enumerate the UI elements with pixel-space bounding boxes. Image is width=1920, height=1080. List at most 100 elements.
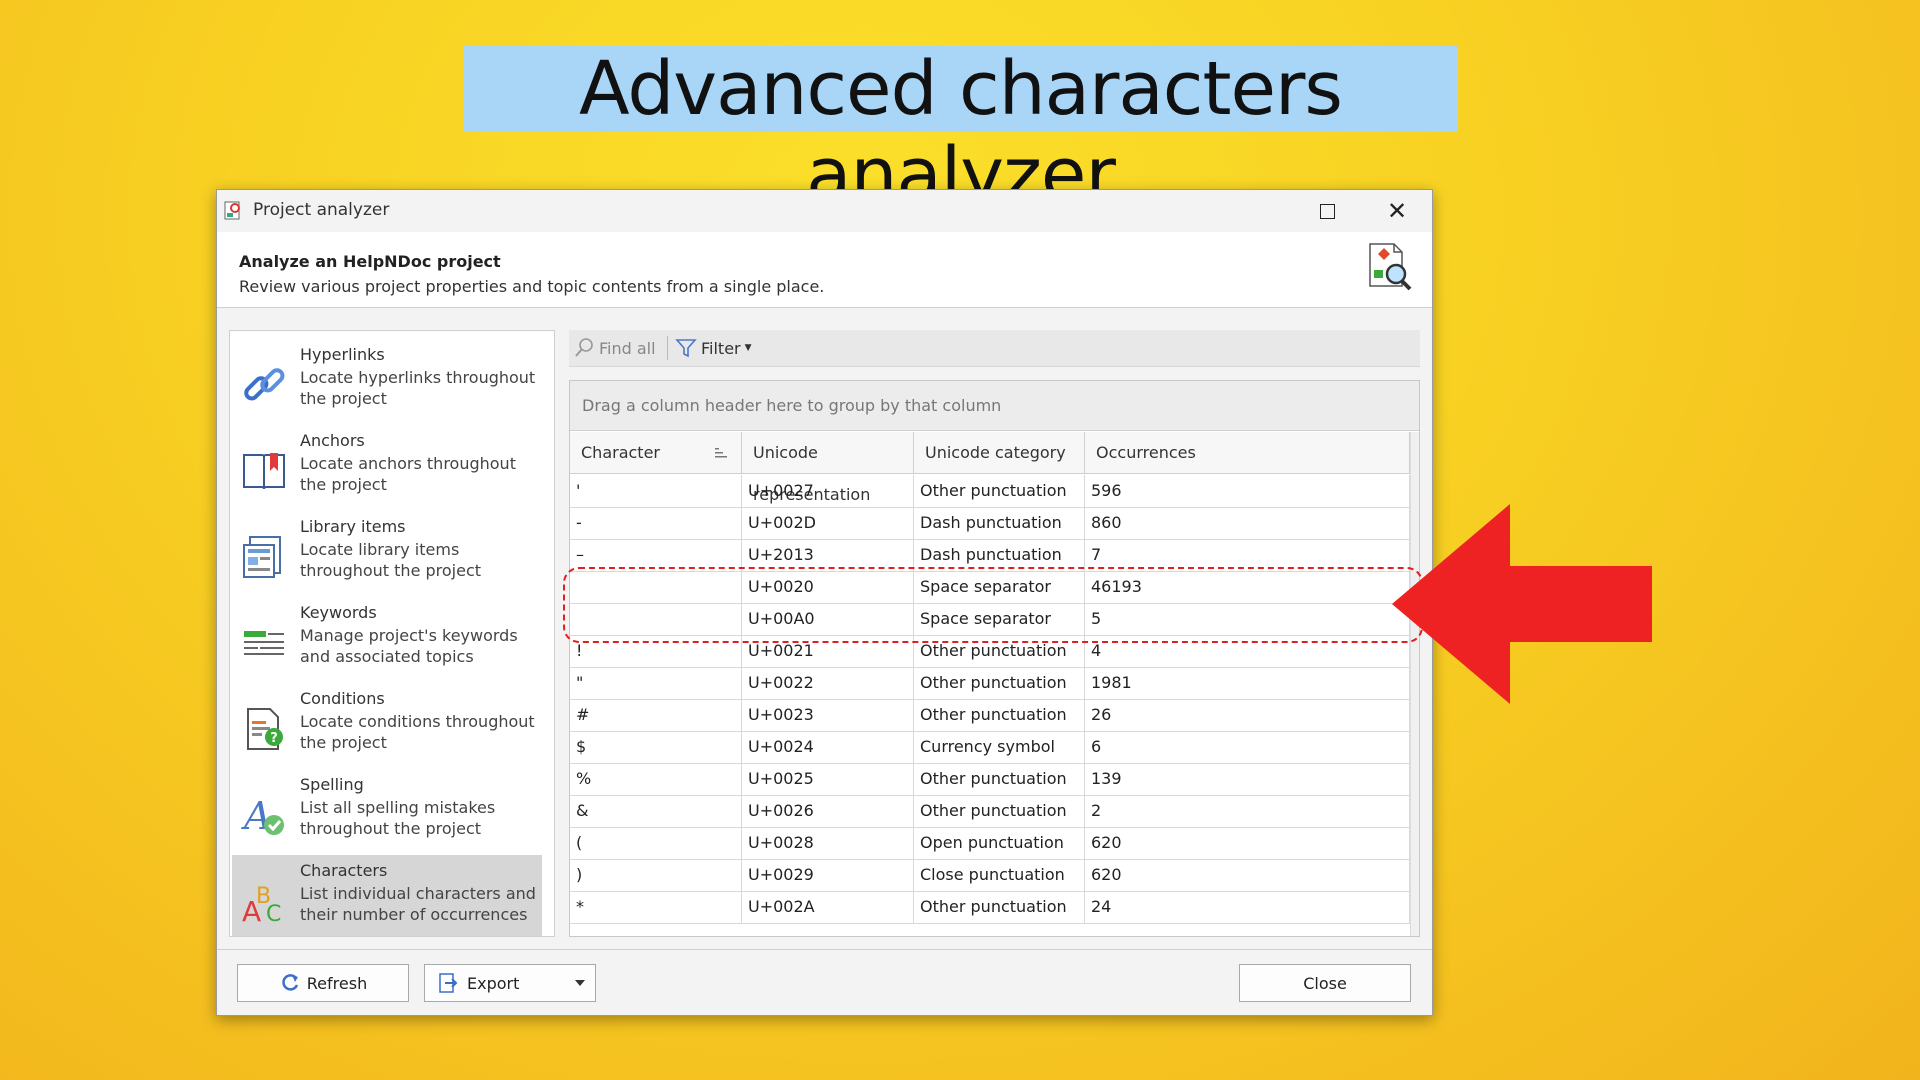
cell-character: % bbox=[570, 763, 742, 795]
export-label: Export bbox=[467, 973, 520, 993]
cell-occurrences: 2 bbox=[1085, 795, 1410, 827]
cell-unicode-category: Currency symbol bbox=[914, 731, 1085, 763]
sidebar-item-keywords[interactable]: Keywords Manage project's keywords and a… bbox=[232, 597, 542, 683]
sidebar-item-characters[interactable]: A B C Characters List individual charact… bbox=[232, 855, 542, 936]
filter-button[interactable]: Filter ▼ bbox=[675, 330, 752, 366]
refresh-icon bbox=[282, 974, 298, 991]
cell-unicode-category: Other punctuation bbox=[914, 667, 1085, 699]
cell-unicode-representation: U+2013 bbox=[742, 539, 914, 571]
sidebar-item-description: Locate library items throughout the proj… bbox=[300, 540, 482, 580]
cell-character: – bbox=[570, 539, 742, 571]
close-button[interactable]: Close bbox=[1239, 964, 1411, 1002]
cell-unicode-representation: U+0021 bbox=[742, 635, 914, 667]
cell-unicode-representation: U+002A bbox=[742, 891, 914, 923]
sidebar-item-label: Library items bbox=[300, 517, 406, 536]
sidebar-item-anchors[interactable]: Anchors Locate anchors throughout the pr… bbox=[232, 425, 542, 511]
cell-unicode-representation: U+0022 bbox=[742, 667, 914, 699]
cell-unicode-category: Other punctuation bbox=[914, 891, 1085, 923]
sidebar-item-library-items[interactable]: Library items Locate library items throu… bbox=[232, 511, 542, 597]
column-header-occurrences[interactable]: Occurrences bbox=[1085, 432, 1410, 474]
cell-occurrences: 24 bbox=[1085, 891, 1410, 923]
sidebar-item-label: Conditions bbox=[300, 689, 385, 708]
toolbar-divider bbox=[667, 336, 668, 360]
cell-character: ( bbox=[570, 827, 742, 859]
sidebar-item-description: Locate hyperlinks throughout the project bbox=[300, 368, 536, 408]
cell-unicode-representation: U+0024 bbox=[742, 731, 914, 763]
table-row[interactable]: * U+002A Other punctuation 24 bbox=[570, 891, 1410, 924]
cell-unicode-representation: U+0025 bbox=[742, 763, 914, 795]
cell-occurrences: 26 bbox=[1085, 699, 1410, 731]
cell-occurrences: 4 bbox=[1085, 635, 1410, 667]
cell-character: " bbox=[570, 667, 742, 699]
sidebar-item-conditions[interactable]: ? Conditions Locate conditions throughou… bbox=[232, 683, 542, 769]
title-bar: Project analyzer ✕ bbox=[217, 190, 1432, 232]
table-row[interactable]: $ U+0024 Currency symbol 6 bbox=[570, 731, 1410, 764]
cell-unicode-category: Space separator bbox=[914, 571, 1085, 603]
cell-unicode-representation: U+0020 bbox=[742, 571, 914, 603]
cell-unicode-representation: U+002D bbox=[742, 507, 914, 539]
cell-unicode-category: Close punctuation bbox=[914, 859, 1085, 891]
window-title: Project analyzer bbox=[253, 200, 390, 220]
cell-occurrences: 596 bbox=[1085, 475, 1410, 507]
sidebar-item-spelling[interactable]: A Spelling List all spelling mistakes th… bbox=[232, 769, 542, 855]
table-row[interactable]: ! U+0021 Other punctuation 4 bbox=[570, 635, 1410, 668]
sidebar-item-label: Hyperlinks bbox=[300, 345, 385, 364]
table-row[interactable]: " U+0022 Other punctuation 1981 bbox=[570, 667, 1410, 700]
cell-character bbox=[570, 571, 742, 603]
cell-unicode-representation: U+0028 bbox=[742, 827, 914, 859]
cell-unicode-category: Dash punctuation bbox=[914, 507, 1085, 539]
sidebar-item-label: Keywords bbox=[300, 603, 377, 622]
analyzer-sidebar: Hyperlinks Locate hyperlinks throughout … bbox=[229, 330, 555, 937]
cell-unicode-category: Other punctuation bbox=[914, 635, 1085, 667]
chevron-down-icon bbox=[575, 980, 585, 986]
maximize-icon bbox=[1319, 203, 1335, 219]
table-row[interactable]: & U+0026 Other punctuation 2 bbox=[570, 795, 1410, 828]
cell-occurrences: 1981 bbox=[1085, 667, 1410, 699]
spelling-icon: A bbox=[241, 794, 284, 838]
sidebar-item-hyperlinks[interactable]: Hyperlinks Locate hyperlinks throughout … bbox=[232, 339, 542, 425]
column-header-character[interactable]: Character bbox=[570, 432, 742, 474]
refresh-button[interactable]: Refresh bbox=[237, 964, 409, 1002]
bookmark-icon bbox=[243, 453, 285, 490]
cell-character: & bbox=[570, 795, 742, 827]
library-icon bbox=[243, 536, 281, 578]
table-row[interactable]: % U+0025 Other punctuation 139 bbox=[570, 763, 1410, 796]
sort-icon bbox=[715, 448, 727, 458]
cell-character: $ bbox=[570, 731, 742, 763]
table-row[interactable]: ) U+0029 Close punctuation 620 bbox=[570, 859, 1410, 892]
window-close-button[interactable]: ✕ bbox=[1362, 190, 1432, 232]
svg-text:?: ? bbox=[270, 731, 278, 746]
group-by-panel[interactable]: Drag a column header here to group by th… bbox=[570, 381, 1419, 431]
table-row[interactable]: # U+0023 Other punctuation 26 bbox=[570, 699, 1410, 732]
column-header-unicode-representation[interactable]: Unicode representation bbox=[742, 432, 914, 504]
table-row[interactable]: – U+2013 Dash punctuation 7 bbox=[570, 539, 1410, 572]
cell-character: ! bbox=[570, 635, 742, 667]
cell-occurrences: 620 bbox=[1085, 859, 1410, 891]
table-row[interactable]: (U+0028 Open punctuation 620 bbox=[570, 827, 1410, 860]
table-row[interactable]: U+00A0 Space separator 5 bbox=[570, 603, 1410, 636]
export-button[interactable]: Export bbox=[424, 964, 596, 1002]
cell-occurrences: 860 bbox=[1085, 507, 1410, 539]
sidebar-item-description: List individual characters and their num… bbox=[300, 884, 536, 924]
cell-character: - bbox=[570, 507, 742, 539]
export-icon bbox=[439, 973, 458, 993]
column-header-label: Occurrences bbox=[1096, 443, 1196, 462]
link-icon bbox=[244, 368, 285, 401]
red-arrow-annotation bbox=[1392, 504, 1652, 704]
cell-character: ) bbox=[570, 859, 742, 891]
grid-toolbar: Find all Filter ▼ bbox=[569, 330, 1420, 367]
column-header-unicode-category[interactable]: Unicode category bbox=[914, 432, 1085, 474]
filter-label: Filter bbox=[701, 338, 741, 358]
find-all-button[interactable]: Find all bbox=[573, 330, 656, 366]
dialog-header: Analyze an HelpNDoc project Review vario… bbox=[217, 232, 1432, 308]
table-row[interactable]: U+0020 Space separator 46193 bbox=[570, 571, 1410, 604]
cell-character: * bbox=[570, 891, 742, 923]
table-row[interactable]: ' U+0027 Other punctuation 596 bbox=[570, 475, 1410, 508]
cell-unicode-category: Dash punctuation bbox=[914, 539, 1085, 571]
table-row[interactable]: - U+002D Dash punctuation 860 bbox=[570, 507, 1410, 540]
maximize-button[interactable] bbox=[1292, 190, 1362, 232]
cell-character bbox=[570, 603, 742, 635]
sidebar-item-description: Locate anchors throughout the project bbox=[300, 454, 516, 494]
keywords-icon bbox=[244, 631, 284, 655]
project-analyzer-dialog: Project analyzer ✕ Analyze an HelpNDoc p… bbox=[216, 189, 1433, 1016]
